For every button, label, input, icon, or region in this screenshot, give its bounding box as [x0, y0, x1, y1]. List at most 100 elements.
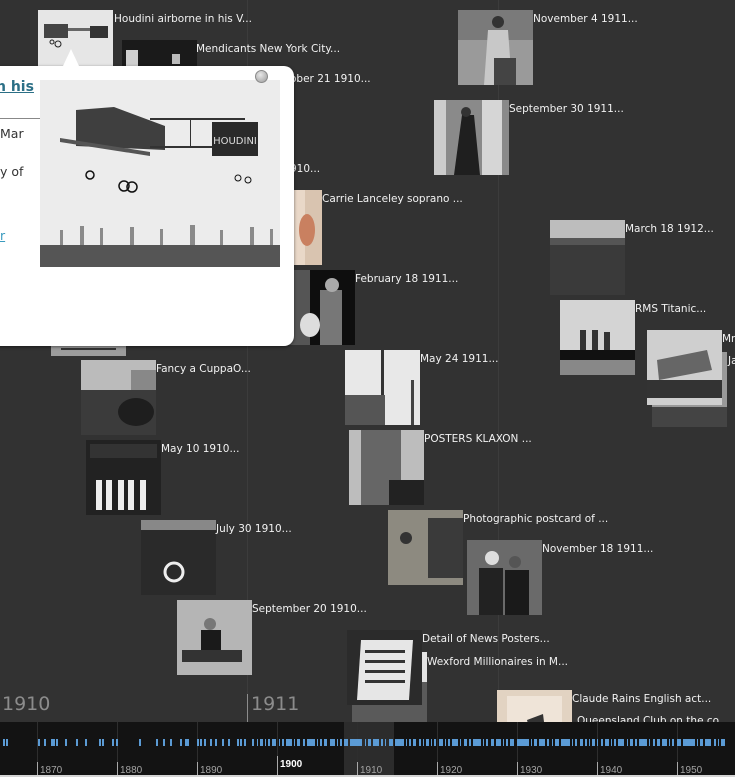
event-thumbnail[interactable]	[497, 690, 572, 722]
event-label[interactable]: May 24 1911...	[420, 353, 498, 366]
event-marker	[419, 739, 421, 746]
event-marker	[491, 739, 494, 746]
event-marker	[294, 739, 295, 746]
decade-label-1900[interactable]: 1900	[280, 759, 302, 770]
event-thumbnail[interactable]	[560, 300, 635, 375]
event-marker	[389, 739, 393, 746]
event-marker	[483, 739, 484, 746]
event-label[interactable]: Queensland Club on the co	[577, 715, 719, 722]
event-marker	[197, 739, 199, 746]
event-label[interactable]: Detail of News Posters...	[422, 633, 550, 646]
event-marker	[395, 739, 404, 746]
event-thumbnail[interactable]	[388, 510, 463, 585]
era-label-1910: 1910	[2, 693, 51, 715]
event-label[interactable]: May 10 1910...	[161, 443, 239, 456]
event-marker	[534, 739, 537, 746]
event-label[interactable]: RMS Titanic...	[635, 303, 706, 316]
event-marker	[3, 739, 5, 746]
event-marker	[102, 739, 104, 746]
event-marker	[44, 739, 46, 746]
event-thumbnail[interactable]	[177, 600, 252, 675]
event-marker	[200, 739, 202, 746]
event-marker	[406, 739, 407, 746]
event-label[interactable]: September 30 1911...	[509, 103, 624, 116]
event-thumbnail[interactable]	[349, 430, 424, 505]
timeline-overview-band[interactable]: 1870 1880 1890 1900 1910 1920 1930 1940 1950	[0, 722, 735, 777]
event-marker	[649, 739, 650, 746]
event-marker	[340, 739, 342, 746]
event-label[interactable]: November 18 1911...	[542, 543, 653, 556]
event-thumbnail[interactable]	[81, 360, 156, 435]
close-icon[interactable]	[255, 70, 268, 83]
event-marker	[317, 739, 318, 746]
event-marker	[439, 739, 443, 746]
event-label[interactable]: Houdini airborne in his V...	[114, 13, 252, 26]
event-label[interactable]: Carrie Lanceley soprano ...	[322, 193, 463, 206]
event-marker	[464, 739, 467, 746]
event-label[interactable]: February 18 1911...	[355, 273, 458, 286]
event-thumbnail[interactable]	[647, 330, 722, 405]
event-marker	[237, 739, 239, 746]
event-label[interactable]: POSTERS KLAXON ...	[424, 433, 532, 446]
event-label[interactable]: November 4 1911...	[533, 13, 638, 26]
event-thumbnail[interactable]	[458, 10, 533, 85]
event-label[interactable]: Mendicants New York City...	[196, 43, 340, 56]
event-label[interactable]: ober 21 1910...	[290, 73, 371, 86]
popup-text: Mar	[0, 126, 24, 141]
event-marker	[297, 739, 300, 746]
event-marker	[330, 739, 335, 746]
event-thumbnail[interactable]	[434, 100, 509, 175]
event-marker	[662, 739, 667, 746]
event-marker	[718, 739, 719, 746]
event-marker	[228, 739, 230, 746]
event-thumbnail[interactable]	[347, 630, 422, 705]
event-label[interactable]: Wexford Millionaires in M...	[427, 656, 568, 669]
event-marker	[639, 739, 647, 746]
event-marker	[76, 739, 78, 746]
event-label[interactable]: July 30 1910...	[216, 523, 292, 536]
event-marker	[677, 739, 681, 746]
event-marker	[272, 739, 276, 746]
event-label[interactable]: September 20 1910...	[252, 603, 367, 616]
event-label[interactable]: Photographic postcard of ...	[463, 513, 608, 526]
event-marker	[486, 739, 488, 746]
event-marker	[697, 739, 698, 746]
popup-link[interactable]: r	[0, 228, 5, 243]
event-marker	[452, 739, 458, 746]
event-thumbnail[interactable]	[86, 440, 161, 515]
event-marker	[282, 739, 284, 746]
event-label[interactable]: 910...	[290, 163, 320, 176]
event-marker	[344, 739, 348, 746]
event-marker	[222, 739, 224, 746]
timeline-main-band[interactable]: Houdini airborne in his V... Mendicants …	[0, 0, 735, 722]
event-marker	[413, 739, 416, 746]
event-marker	[204, 739, 206, 746]
era-label-1911: 1911	[251, 693, 300, 715]
event-marker	[423, 739, 424, 746]
popup-text: y of	[0, 164, 24, 179]
event-thumbnail[interactable]	[51, 346, 126, 356]
event-thumbnail[interactable]	[550, 220, 625, 295]
event-label[interactable]: Claude Rains English act...	[572, 693, 711, 706]
event-marker	[240, 739, 242, 746]
popup-title[interactable]: n his	[0, 79, 34, 95]
event-marker	[265, 739, 266, 746]
popup-pointer	[63, 49, 79, 66]
event-marker	[547, 739, 549, 746]
event-marker	[65, 739, 67, 746]
event-marker	[705, 739, 711, 746]
event-marker	[337, 739, 338, 746]
event-label[interactable]: Ja	[728, 355, 735, 368]
event-marker	[38, 739, 40, 746]
event-marker	[506, 739, 508, 746]
event-thumbnail[interactable]	[467, 540, 542, 615]
event-label[interactable]: Fancy a CuppaO...	[156, 363, 251, 376]
event-marker	[605, 739, 609, 746]
event-marker	[116, 739, 118, 746]
event-label[interactable]: March 18 1912...	[625, 223, 714, 236]
event-marker	[618, 739, 624, 746]
event-thumbnail[interactable]	[141, 520, 216, 595]
event-marker	[112, 739, 114, 746]
event-label[interactable]: Mr	[722, 333, 735, 346]
event-thumbnail[interactable]	[345, 350, 420, 425]
